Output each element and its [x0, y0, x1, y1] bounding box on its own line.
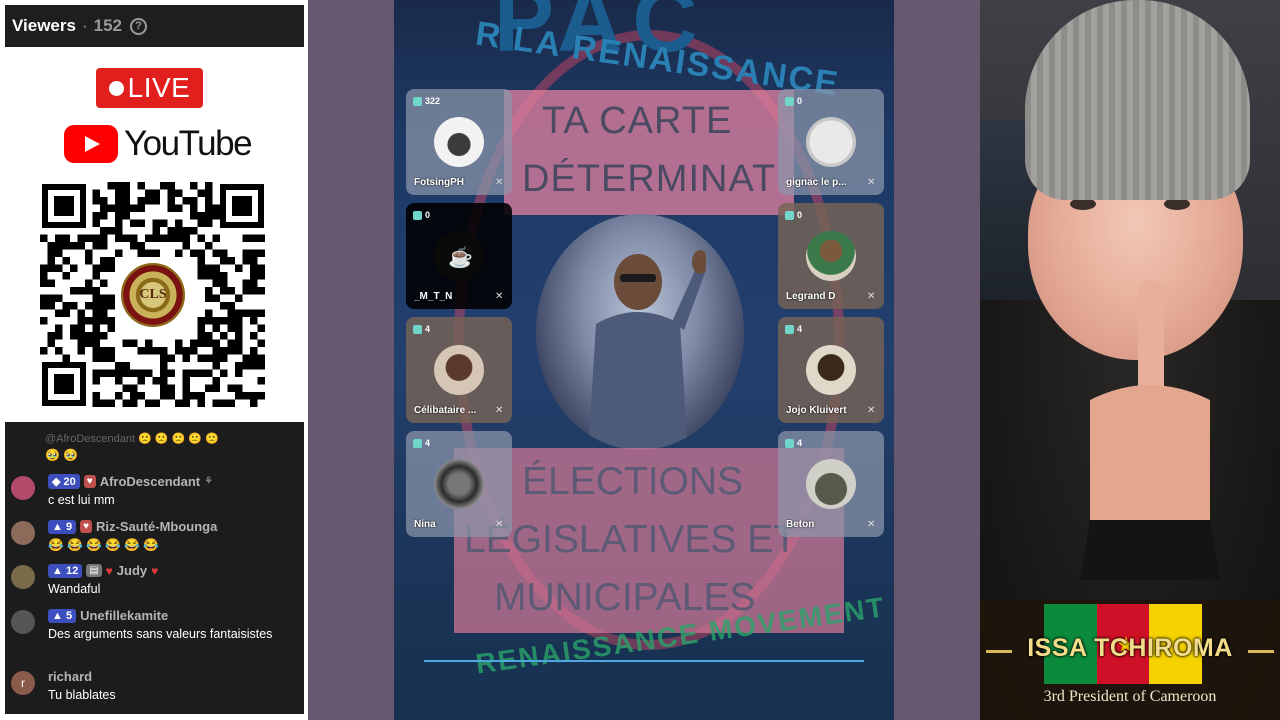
muted-mic-icon: ✕: [867, 291, 876, 302]
muted-mic-icon: ✕: [867, 519, 876, 530]
poster-line-1: TA CARTE: [542, 100, 733, 142]
left-sidebar: Viewers · 152 ? LIVE YouTube CLS @AfroDe…: [0, 0, 308, 720]
chat-faded-emojis: 🥹 🥹: [45, 448, 79, 462]
seal-lettering: CLS: [139, 287, 167, 302]
gift-badge-icon: ▤: [86, 564, 102, 577]
poster-line-2: DÉTERMINAT: [522, 158, 777, 200]
live-label: LIVE: [127, 72, 191, 103]
qr-code: CLS: [40, 182, 266, 408]
chat-faded-message: @AfroDescendant 🙁 🙁 🙁 🙁 🙁: [45, 433, 219, 445]
poster-candidate-photo: [536, 214, 744, 450]
heart-icon: ♥: [105, 563, 113, 578]
live-dot-icon: [108, 80, 124, 96]
level-badge: ▲ 9: [48, 519, 77, 534]
avatar: [434, 345, 484, 395]
chat-username[interactable]: richard: [48, 669, 92, 684]
level-badge: ▲ 12: [48, 563, 83, 578]
participant-tile[interactable]: 0 ☕ _M_T_N ✕: [406, 203, 512, 309]
avatar[interactable]: [11, 610, 35, 634]
chat-text: 😂 😂 😂 😂 😂 😂: [48, 538, 159, 552]
candidate-silhouette: [588, 250, 706, 450]
gift-icon: [413, 324, 422, 334]
participant-tile[interactable]: 4 Nina ✕: [406, 431, 512, 537]
participant-tile[interactable]: 4 Célibataire ... ✕: [406, 317, 512, 423]
avatar: [806, 117, 856, 167]
center-video-feed: PAC R LA RENAISSANCE TA CARTE DÉTERMINAT…: [394, 0, 894, 720]
host-hand-shush: [1080, 280, 1220, 580]
poster-line-4: LÉGISLATIVES ET: [464, 518, 798, 561]
host-title: 3rd President of Cameroon: [1043, 688, 1217, 705]
participant-tile[interactable]: 0 Legrand D ✕: [778, 203, 884, 309]
poster-line-3: ÉLECTIONS: [522, 460, 744, 503]
chat-text: Wandaful: [48, 582, 101, 596]
avatar: [806, 345, 856, 395]
host-beanie: [1025, 0, 1250, 200]
question-circle-icon[interactable]: ?: [130, 17, 148, 35]
viewers-label: Viewers: [12, 16, 76, 35]
participant-name: Jojo Kluivert: [786, 405, 847, 416]
chat-text: Des arguments sans valeurs fantaisistes: [48, 627, 273, 641]
chat-username[interactable]: Riz-Sauté-Mbounga: [96, 519, 217, 534]
gift-icon: [785, 438, 794, 448]
viewers-count: 152: [93, 16, 123, 35]
heart-badge-icon: ♥: [80, 520, 93, 533]
chat-username[interactable]: Unefillekamite: [80, 608, 168, 623]
chat-text: Tu blablates: [48, 688, 116, 702]
avatar[interactable]: [11, 565, 35, 589]
gift-icon: [413, 210, 422, 220]
gift-icon: [413, 438, 422, 448]
youtube-logo: YouTube: [64, 124, 253, 164]
live-chat-panel[interactable]: @AfroDescendant 🙁 🙁 🙁 🙁 🙁 🥹 🥹 ◆ 20 ♥ Afr…: [5, 422, 304, 714]
participant-name: Nina: [414, 519, 436, 530]
gift-icon: [785, 324, 794, 334]
heart-icon: ♥: [151, 563, 159, 578]
avatar[interactable]: [11, 521, 35, 545]
participant-name: _M_T_N: [414, 291, 453, 302]
youtube-play-icon: [64, 125, 118, 163]
organization-seal-logo: CLS: [121, 263, 185, 327]
name-lower-third: ★ ISSA TCHIROMA 3rd President of Cameroo…: [980, 600, 1280, 720]
avatar: ☕: [434, 231, 484, 281]
avatar[interactable]: [11, 476, 35, 500]
muted-mic-icon: ✕: [495, 405, 504, 416]
participant-name: FotsingPH: [414, 177, 464, 188]
avatar: [806, 459, 856, 509]
avatar: [434, 117, 484, 167]
poster-bottom-frame: [424, 660, 864, 720]
participant-name: Legrand D: [786, 291, 836, 302]
participant-name: Célibataire ...: [414, 405, 477, 416]
live-badge: LIVE: [96, 68, 203, 108]
gift-icon: [785, 96, 794, 106]
muted-mic-icon: ✕: [495, 519, 504, 530]
viewers-bar: Viewers · 152 ?: [5, 5, 304, 47]
chat-username[interactable]: AfroDescendant: [100, 474, 200, 489]
participant-name: Beton: [786, 519, 815, 530]
viewers-separator: ·: [81, 16, 88, 35]
participant-tile[interactable]: 322 FotsingPH ✕: [406, 89, 512, 195]
avatar[interactable]: r: [11, 671, 35, 695]
level-badge: ▲ 5: [48, 608, 77, 623]
muted-mic-icon: ✕: [495, 177, 504, 188]
stream-layout: Viewers · 152 ? LIVE YouTube CLS @AfroDe…: [0, 0, 1280, 720]
muted-mic-icon: ✕: [867, 405, 876, 416]
youtube-wordmark: YouTube: [124, 124, 253, 163]
avatar: [806, 231, 856, 281]
participant-tile[interactable]: 4 Jojo Kluivert ✕: [778, 317, 884, 423]
participant-tile[interactable]: 0 gignac le p... ✕: [778, 89, 884, 195]
heart-badge-icon: ♥: [83, 475, 96, 488]
gift-icon: [785, 210, 794, 220]
chat-text: c est lui mm: [48, 493, 115, 507]
avatar: [434, 459, 484, 509]
muted-mic-icon: ✕: [867, 177, 876, 188]
host-name: ISSA TCHIROMA: [1027, 634, 1233, 662]
participant-name: gignac le p...: [786, 177, 847, 188]
poster-line-5: MUNICIPALES: [494, 576, 756, 619]
muted-mic-icon: ✕: [495, 291, 504, 302]
chat-username[interactable]: Judy: [117, 563, 147, 578]
moderator-icon: ⚘: [204, 476, 214, 487]
gift-icon: [413, 96, 422, 106]
participant-tile[interactable]: 4 Beton ✕: [778, 431, 884, 537]
level-badge: ◆ 20: [48, 474, 80, 489]
